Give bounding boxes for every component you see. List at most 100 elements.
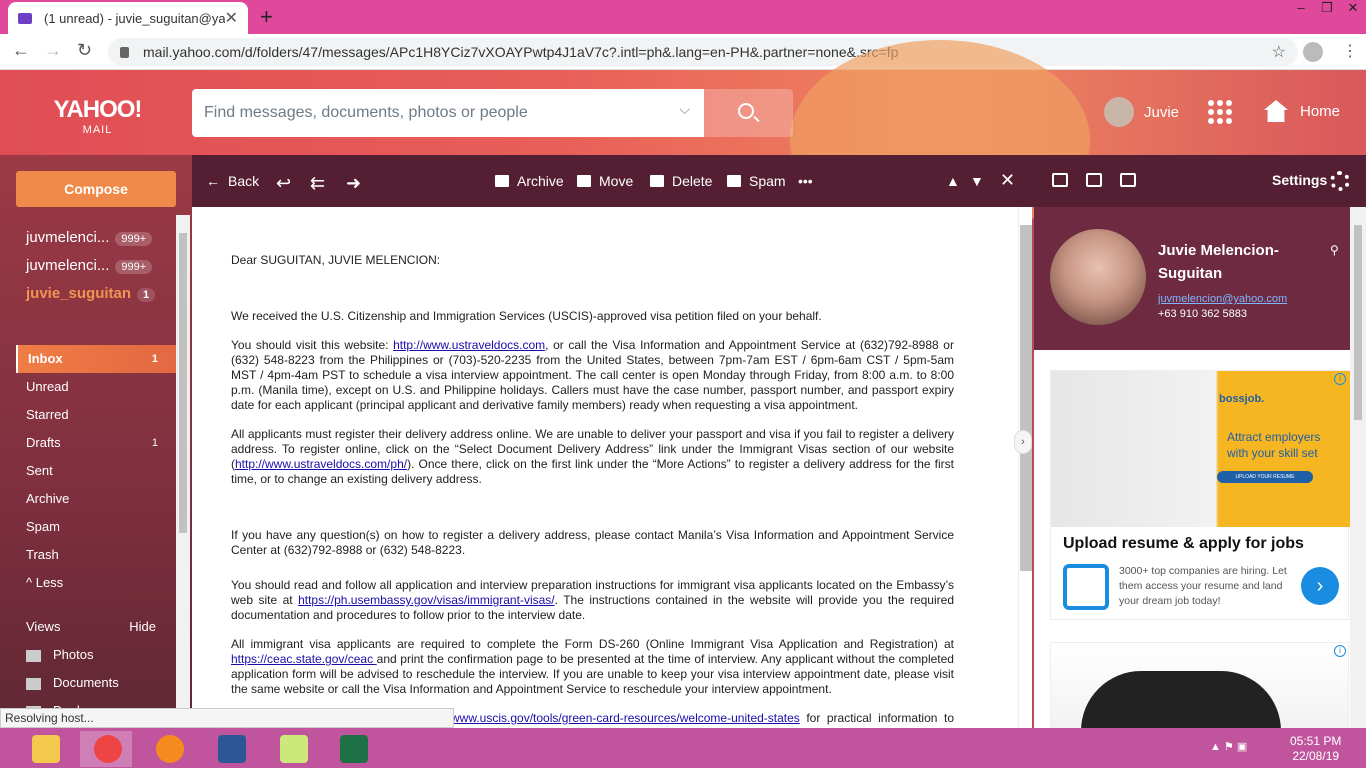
view-photos[interactable]: Photos [26,641,156,669]
more-button[interactable]: ••• [798,173,813,189]
settings-label[interactable]: Settings [1272,172,1327,188]
folder-spam[interactable]: Spam [16,513,176,541]
view-label: Photos [53,647,94,662]
message-scrollbar[interactable] [1018,207,1032,728]
spam-button[interactable]: Spam [727,173,786,189]
calendar-icon[interactable] [1086,173,1102,187]
contact-card: Juvie Melencion-Suguitan juvmelencion@ya… [1034,207,1350,350]
bookmark-star-icon[interactable]: ☆ [1272,42,1286,62]
car-image [1081,671,1281,731]
account-item[interactable]: juvmelenci... 999+ [26,229,153,246]
chevron-down-icon[interactable]: ⌵ [679,101,690,118]
home-button[interactable]: Home [1264,100,1340,122]
folder-sent[interactable]: Sent [16,457,176,485]
message-body-pane: Dear SUGUITAN, JUVIE MELENCION: We recei… [192,207,1018,728]
compose-button[interactable]: Compose [16,171,176,207]
scroll-thumb[interactable] [179,233,187,533]
hide-views-button[interactable]: Hide [129,613,156,641]
close-window-icon[interactable]: ✕ [1340,0,1366,20]
close-tab-icon[interactable]: ✕ [225,8,238,28]
right-pane-header: Settings [1034,155,1366,207]
maximize-icon[interactable]: ❐ [1314,0,1340,20]
folder-label: Sent [26,463,53,478]
url-text[interactable]: mail.yahoo.com/d/folders/47/messages/APc… [143,44,1272,60]
folder-drafts[interactable]: Drafts 1 [16,429,176,457]
collapse-pane-button[interactable]: › [1014,430,1032,454]
ad-info-icon[interactable]: i [1334,373,1346,385]
browser-menu-icon[interactable]: ⋮ [1342,41,1358,61]
reply-all-icon[interactable]: ⇇ [310,173,325,194]
search-icon[interactable]: ⚲ [1330,243,1339,257]
next-message-icon[interactable]: ▼ [970,173,984,189]
sticky-notes-taskbar-icon[interactable] [266,731,318,767]
ad-arrow-button[interactable]: › [1301,567,1339,605]
link[interactable]: http://www.ustraveldocs.com [393,338,545,352]
folder-starred[interactable]: Starred [16,401,176,429]
previous-message-icon[interactable]: ▲ [946,173,960,189]
link[interactable]: https://ph.usembassy.gov/visas/immigrant… [298,593,555,607]
folder-inbox[interactable]: Inbox 1 [16,345,176,373]
right-pane-scrollbar[interactable] [1350,207,1366,728]
link[interactable]: http://www.ustraveldocs.com/ph/ [235,457,407,471]
account-label: juvmelenci... [26,257,110,274]
account-item-active[interactable]: juvie_suguitan 1 [26,285,156,302]
less-toggle[interactable]: ^ Less [16,569,176,597]
reply-icon[interactable]: ↩ [276,173,291,194]
search-input[interactable]: Find messages, documents, photos or peop… [192,89,704,137]
chrome-taskbar-icon[interactable] [80,731,132,767]
sidebar-scrollbar[interactable] [176,215,190,728]
folder-archive[interactable]: Archive [16,485,176,513]
omnibox[interactable]: mail.yahoo.com/d/folders/47/messages/APc… [108,38,1298,66]
back-label: Back [228,173,260,189]
browser-tab[interactable]: (1 unread) - juvie_suguitan@yaho ✕ [8,2,248,34]
new-tab-icon[interactable]: + [260,4,273,30]
account-badge: 999+ [115,232,153,246]
ad-headline: Upload resume & apply for jobs [1063,535,1304,552]
paragraph: All applicants must register their deliv… [231,427,954,486]
excel-taskbar-icon[interactable] [326,731,378,767]
apps-grid-icon[interactable] [1208,100,1232,124]
account-item[interactable]: juvmelenci... 999+ [26,257,153,274]
folder-label: Drafts [26,435,61,450]
clock[interactable]: 05:51 PM 22/08/19 [1290,734,1341,764]
forward-arrow-icon[interactable]: → [44,40,62,61]
paragraph: All immigrant visa applicants are requir… [231,637,954,696]
notepad-icon[interactable] [1120,173,1136,187]
link[interactable]: www.uscis.gov/tools/green-card-resources… [451,711,800,725]
move-button[interactable]: Move [577,173,633,189]
scroll-thumb[interactable] [1354,225,1362,420]
file-explorer-taskbar-icon[interactable] [18,731,70,767]
delete-button[interactable]: Delete [650,173,712,189]
archive-button[interactable]: Archive [495,173,564,189]
search-button[interactable] [704,89,793,137]
user-menu[interactable]: Juvie [1104,97,1179,127]
right-pane: Settings Juvie Melencion-Suguitan juvmel… [1034,155,1366,732]
advertisement-car[interactable]: i [1050,642,1349,732]
scroll-thumb[interactable] [1020,225,1032,571]
gear-icon[interactable] [1330,171,1350,191]
minimize-icon[interactable]: – [1288,0,1314,20]
forward-icon[interactable]: ➜ [346,173,361,194]
contact-phone: +63 910 362 5883 [1158,308,1248,320]
folder-unread[interactable]: Unread [16,373,176,401]
profile-avatar-icon[interactable] [1303,42,1323,62]
contact-email[interactable]: juvmelencion@yahoo.com [1158,293,1287,305]
folder-count: 1 [151,353,158,365]
firefox-taskbar-icon[interactable] [142,731,194,767]
ad-info-icon[interactable]: i [1334,645,1346,657]
close-icon[interactable]: ✕ [1000,170,1015,191]
view-label: Documents [53,675,119,690]
system-tray[interactable]: ▲ ⚑ ▣ [1210,740,1247,753]
yahoo-mail-logo[interactable]: YAHOO! MAIL [50,96,145,136]
back-arrow-icon[interactable]: ← [12,40,30,61]
ad-upload-button[interactable]: UPLOAD YOUR RESUME [1217,471,1313,483]
reload-icon[interactable]: ↻ [77,40,92,61]
folder-trash[interactable]: Trash [16,541,176,569]
view-documents[interactable]: Documents [26,669,156,697]
word-taskbar-icon[interactable] [204,731,256,767]
contacts-icon[interactable] [1052,173,1068,187]
back-button[interactable]: ← Back [206,173,259,189]
advertisement[interactable]: bossjob. Attract employers with your ski… [1050,370,1350,620]
ad-tagline: Attract employers with your skill set [1227,430,1321,460]
link[interactable]: https://ceac.state.gov/ceac [231,652,377,666]
